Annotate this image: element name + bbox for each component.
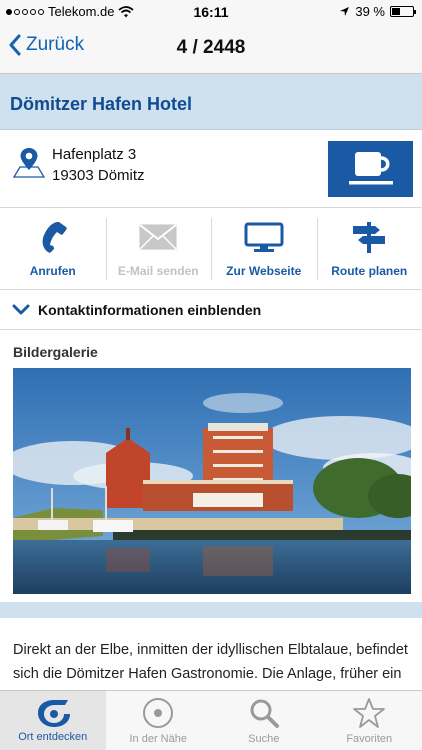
route-label: Route planen <box>331 264 408 278</box>
website-label: Zur Webseite <box>226 264 302 278</box>
navigation-bar: Zurück 4 / 2448 <box>0 24 422 74</box>
tab-discover-label: Ort entdecken <box>18 731 88 743</box>
email-button[interactable]: E-Mail senden <box>105 208 212 289</box>
call-label: Anrufen <box>29 264 76 278</box>
tab-favorites[interactable]: Favoriten <box>317 691 422 750</box>
website-button[interactable]: Zur Webseite <box>211 208 317 289</box>
phone-icon <box>42 222 67 253</box>
star-icon <box>353 698 386 728</box>
address-text: Hafenplatz 3 19303 Dömitz <box>52 144 145 186</box>
contact-toggle-label: Kontaktinformationen einblenden <box>38 301 262 318</box>
location-arrow-icon <box>340 7 350 16</box>
category-badge <box>328 141 413 197</box>
search-icon <box>250 699 279 728</box>
mail-icon <box>139 224 177 250</box>
battery-icon <box>390 6 416 17</box>
tab-bar: Ort entdecken In der Nähe Suche Favorite… <box>0 690 422 750</box>
battery-percent: 39 % <box>355 4 385 19</box>
section-divider <box>0 602 422 618</box>
contact-info-toggle[interactable]: Kontaktinformationen einblenden <box>0 290 422 330</box>
back-label: Zurück <box>26 34 85 55</box>
tab-discover[interactable]: Ort entdecken <box>0 691 106 750</box>
email-label: E-Mail senden <box>117 264 199 278</box>
route-button[interactable]: Route planen <box>316 208 422 289</box>
logo-icon <box>37 700 70 727</box>
coffee-cup-icon <box>348 152 393 185</box>
address-street: Hafenplatz 3 <box>52 146 137 163</box>
gallery-photo[interactable] <box>13 368 411 594</box>
status-bar: Telekom.de 16:11 39 % <box>0 0 422 24</box>
gallery-heading: Bildergalerie <box>13 344 98 360</box>
page-title: Dömitzer Hafen Hotel <box>10 94 193 114</box>
chevron-left-icon <box>9 34 21 56</box>
signpost-icon <box>353 222 386 253</box>
monitor-icon <box>244 222 284 252</box>
tab-favorites-label: Favoriten <box>346 733 393 745</box>
location-target-icon <box>143 698 174 728</box>
call-button[interactable]: Anrufen <box>0 208 106 289</box>
status-right: 39 % <box>339 4 416 19</box>
chevron-down-icon <box>12 304 30 314</box>
address-section: Hafenplatz 3 19303 Dömitz <box>0 130 422 208</box>
tab-nearby-label: In der Nähe <box>129 733 187 745</box>
back-button[interactable]: Zurück <box>8 34 84 56</box>
title-band: Dömitzer Hafen Hotel <box>0 74 422 130</box>
tab-nearby[interactable]: In der Nähe <box>106 691 212 750</box>
battery-level <box>392 8 400 15</box>
address-city: 19303 Dömitz <box>52 167 145 184</box>
tab-search-label: Suche <box>248 733 280 745</box>
action-row: Anrufen E-Mail senden Zur Webseite Route… <box>0 208 422 290</box>
map-pin-icon <box>12 148 46 178</box>
tab-search[interactable]: Suche <box>211 691 317 750</box>
